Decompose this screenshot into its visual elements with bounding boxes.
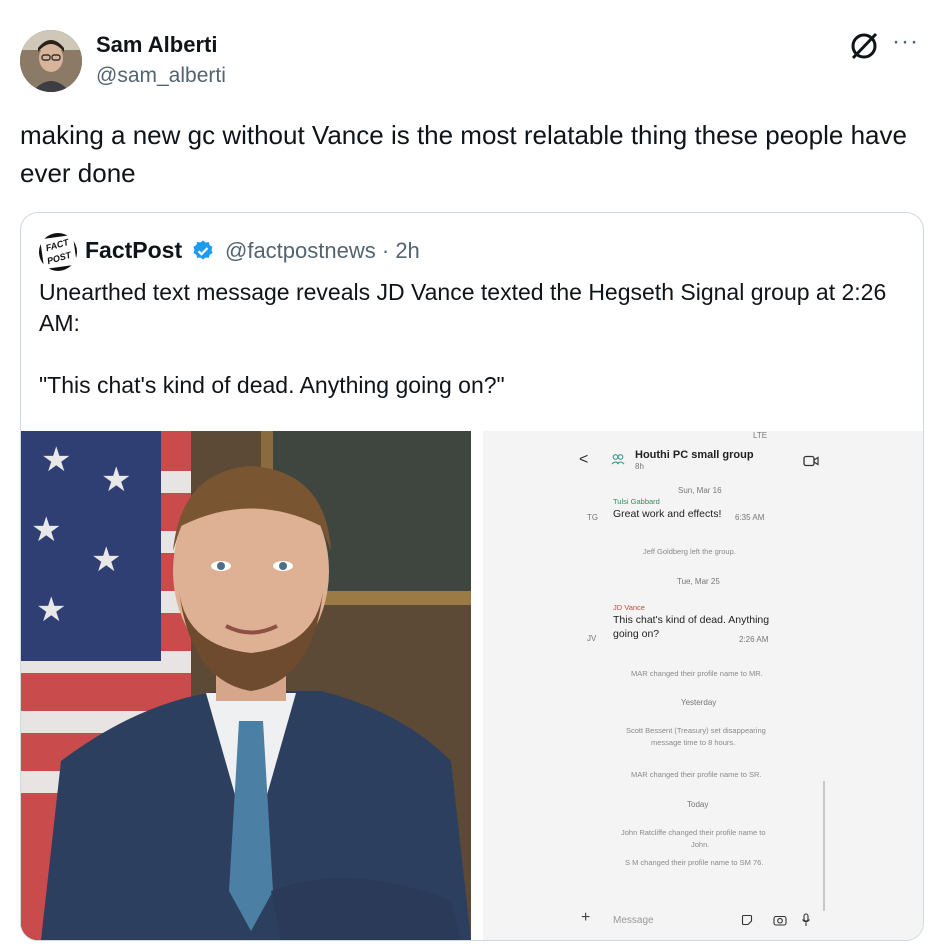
message-time: 6:35 AM	[735, 513, 765, 522]
svg-text:★: ★	[31, 511, 61, 549]
system-event: MAR changed their profile name to MR.	[631, 669, 763, 678]
system-event: Jeff Goldberg left the group.	[643, 547, 736, 556]
group-name[interactable]: Houthi PC small group	[635, 449, 754, 461]
system-event: message time to 8 hours.	[651, 738, 736, 747]
author-name[interactable]: Sam Alberti	[96, 32, 217, 58]
message-text[interactable]: Great work and effects!	[613, 508, 721, 520]
tweet-text: making a new gc without Vance is the mos…	[20, 120, 907, 188]
system-event: Scott Bessent (Treasury) set disappearin…	[626, 726, 766, 735]
status-bar-network: LTE	[753, 431, 768, 440]
scrollbar[interactable]	[823, 781, 825, 911]
camera-icon[interactable]	[773, 914, 787, 926]
more-options-icon[interactable]: ···	[892, 28, 919, 56]
date-divider: Sun, Mar 16	[678, 486, 722, 495]
system-event: MAR changed their profile name to SR.	[631, 770, 762, 779]
quote-text: Unearthed text message reveals JD Vance …	[39, 279, 887, 398]
date-divider: Yesterday	[681, 698, 717, 707]
signal-chat-screenshot[interactable]: LTE < Houthi PC small group 8h Sun, Mar …	[483, 431, 923, 940]
factpost-logo[interactable]: FACT POST	[39, 233, 77, 271]
message-input[interactable]: Message	[613, 915, 654, 926]
verified-badge-icon	[193, 240, 213, 260]
quote-timestamp[interactable]: 2h	[395, 238, 419, 263]
quote-author-name[interactable]: FactPost	[85, 237, 182, 264]
date-divider: Today	[687, 800, 709, 809]
sender-initials: JV	[587, 634, 597, 643]
grok-icon[interactable]	[848, 30, 880, 62]
meta-separator: ·	[381, 238, 390, 263]
group-disappearing-timer: 8h	[635, 462, 644, 471]
message-sender: Tulsi Gabbard	[613, 497, 660, 506]
quoted-tweet[interactable]: FACT POST FactPost @factpostnews · 2h Une…	[20, 212, 924, 941]
system-event: John.	[691, 840, 710, 849]
message-text[interactable]: going on?	[613, 628, 659, 640]
svg-text:★: ★	[41, 441, 71, 479]
system-event: S M changed their profile name to SM 76.	[625, 858, 764, 867]
group-avatar-icon	[611, 454, 625, 465]
message-text[interactable]: This chat's kind of dead. Anything	[613, 614, 769, 626]
back-chevron-icon[interactable]: <	[579, 451, 588, 469]
svg-text:★: ★	[91, 541, 121, 579]
date-divider: Tue, Mar 25	[677, 577, 720, 586]
microphone-icon[interactable]	[801, 913, 811, 927]
message-time: 2:26 AM	[739, 635, 769, 644]
system-event: John Ratcliffe changed their profile nam…	[621, 828, 766, 837]
quote-author-handle[interactable]: @factpostnews	[225, 238, 376, 263]
portrait-photo[interactable]: ★ ★ ★ ★ ★	[21, 431, 471, 940]
video-call-icon[interactable]	[803, 455, 819, 467]
svg-text:★: ★	[36, 591, 66, 629]
sticker-icon[interactable]	[741, 914, 753, 926]
message-sender: JD Vance	[613, 603, 645, 612]
svg-text:★: ★	[101, 461, 131, 499]
author-handle[interactable]: @sam_alberti	[96, 64, 226, 88]
author-avatar[interactable]	[20, 30, 82, 92]
sender-initials: TG	[587, 513, 599, 522]
add-attachment-icon[interactable]: +	[581, 909, 590, 927]
